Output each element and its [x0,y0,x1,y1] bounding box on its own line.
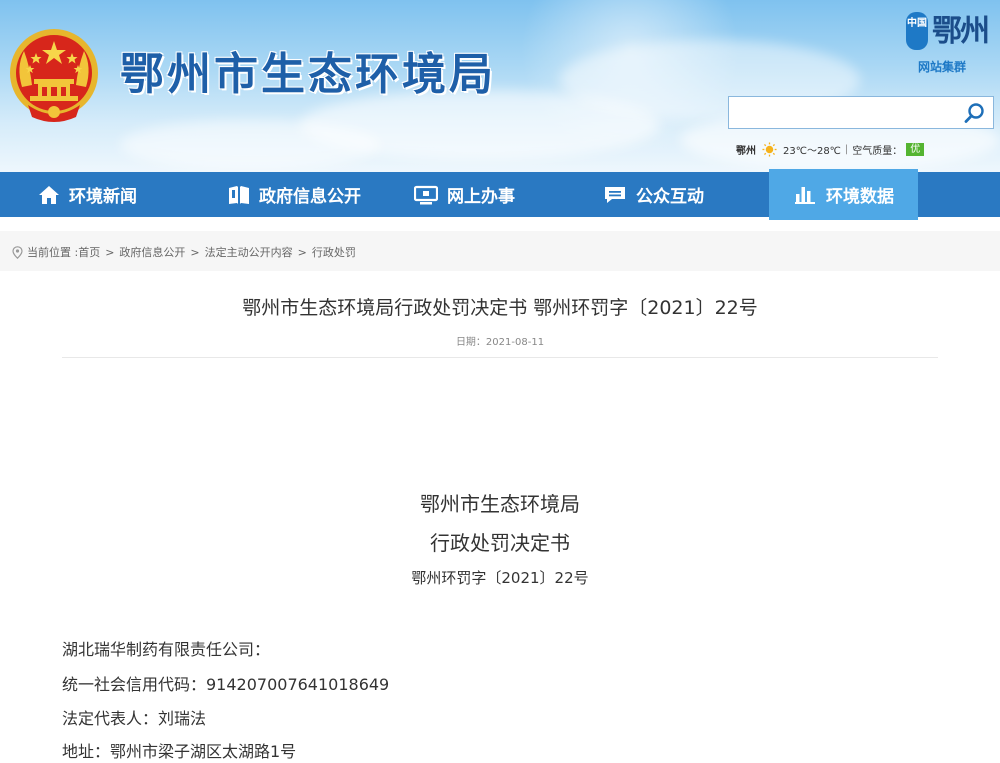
document-heading-type: 行政处罚决定书 [430,531,570,555]
weather-temperature: 23℃～28℃ [783,145,841,157]
location-pin-icon [12,245,23,259]
site-header: 鄂州市生态环境局 中国 鄂州 网站集群 鄂州 23℃～28℃ | 空气质量： 优 [0,0,1000,172]
search-icon[interactable] [963,101,987,125]
cloud [120,120,380,170]
breadcrumb-link-home[interactable]: 首页 [78,244,100,260]
nav-label: 政府信息公开 [259,187,361,207]
body-paragraph: 统一社会信用代码：914207007641018649 [62,675,390,694]
nav-item-online-service[interactable]: 网上办事 [414,172,515,217]
search-box [728,96,994,129]
air-quality-label: 空气质量： [852,145,903,157]
divider [62,357,938,358]
body-paragraph: 法定代表人：刘瑞法 [62,709,207,728]
article-title: 鄂州市生态环境局行政处罚决定书 鄂州环罚字〔2021〕22号 [242,297,758,319]
nav-label: 环境新闻 [69,187,137,207]
body-paragraph: 湖北瑞华制药有限责任公司： [62,640,271,659]
portal-calligraphy: 鄂州 [932,14,990,49]
chat-icon [605,186,625,203]
bar-chart-icon [795,186,815,204]
breadcrumb-bar: 当前位置 : 首页 > 政府信息公开 > 法定主动公开内容 > 行政处罚 [0,231,1000,271]
monitor-icon [414,185,438,204]
air-quality-badge: 优 [906,142,925,156]
nav-item-gov-info[interactable]: 政府信息公开 [228,172,361,217]
nav-item-environment-data[interactable]: 环境数据 [769,169,918,220]
breadcrumb-link-penalty[interactable]: 行政处罚 [312,244,356,260]
home-icon [39,185,59,204]
nav-label: 公众互动 [636,187,704,207]
national-emblem-icon[interactable] [8,27,100,123]
main-nav: 环境新闻 政府信息公开 网上办事 公众互动 环境数据 [0,169,1000,220]
breadcrumb-prefix: 当前位置 : [27,246,79,259]
breadcrumb: 当前位置 : 首页 > 政府信息公开 > 法定主动公开内容 > 行政处罚 [12,244,356,260]
portal-logo[interactable]: 中国 鄂州 网站集群 [906,8,990,74]
book-icon [229,185,249,204]
weather-city: 鄂州 [736,145,756,157]
document-heading-issuer: 鄂州市生态环境局 [420,492,580,516]
breadcrumb-separator: > [297,245,307,259]
weather-bar: 鄂州 23℃～28℃ | 空气质量： 优 [736,141,925,157]
nav-label: 环境数据 [826,187,894,207]
breadcrumb-separator: > [105,245,115,259]
article-date: 日期：2021-08-11 [455,337,545,348]
document-number: 鄂州环罚字〔2021〕22号 [411,569,589,587]
breadcrumb-link-statutory-disclosure[interactable]: 法定主动公开内容 [205,244,293,260]
breadcrumb-link-gov-info[interactable]: 政府信息公开 [119,244,185,260]
sun-icon [762,141,777,157]
weather-separator: | [844,143,849,155]
site-title[interactable]: 鄂州市生态环境局 [120,38,496,102]
portal-subtitle: 网站集群 [918,60,967,74]
nav-item-environment-news[interactable]: 环境新闻 [38,172,137,217]
search-input[interactable] [729,97,957,128]
nav-label: 网上办事 [447,187,515,207]
portal-seal: 中国 [906,12,928,50]
body-paragraph: 地址：鄂州市梁子湖区太湖路1号 [62,742,297,761]
nav-item-public-interaction[interactable]: 公众互动 [603,172,704,217]
breadcrumb-separator: > [190,245,200,259]
